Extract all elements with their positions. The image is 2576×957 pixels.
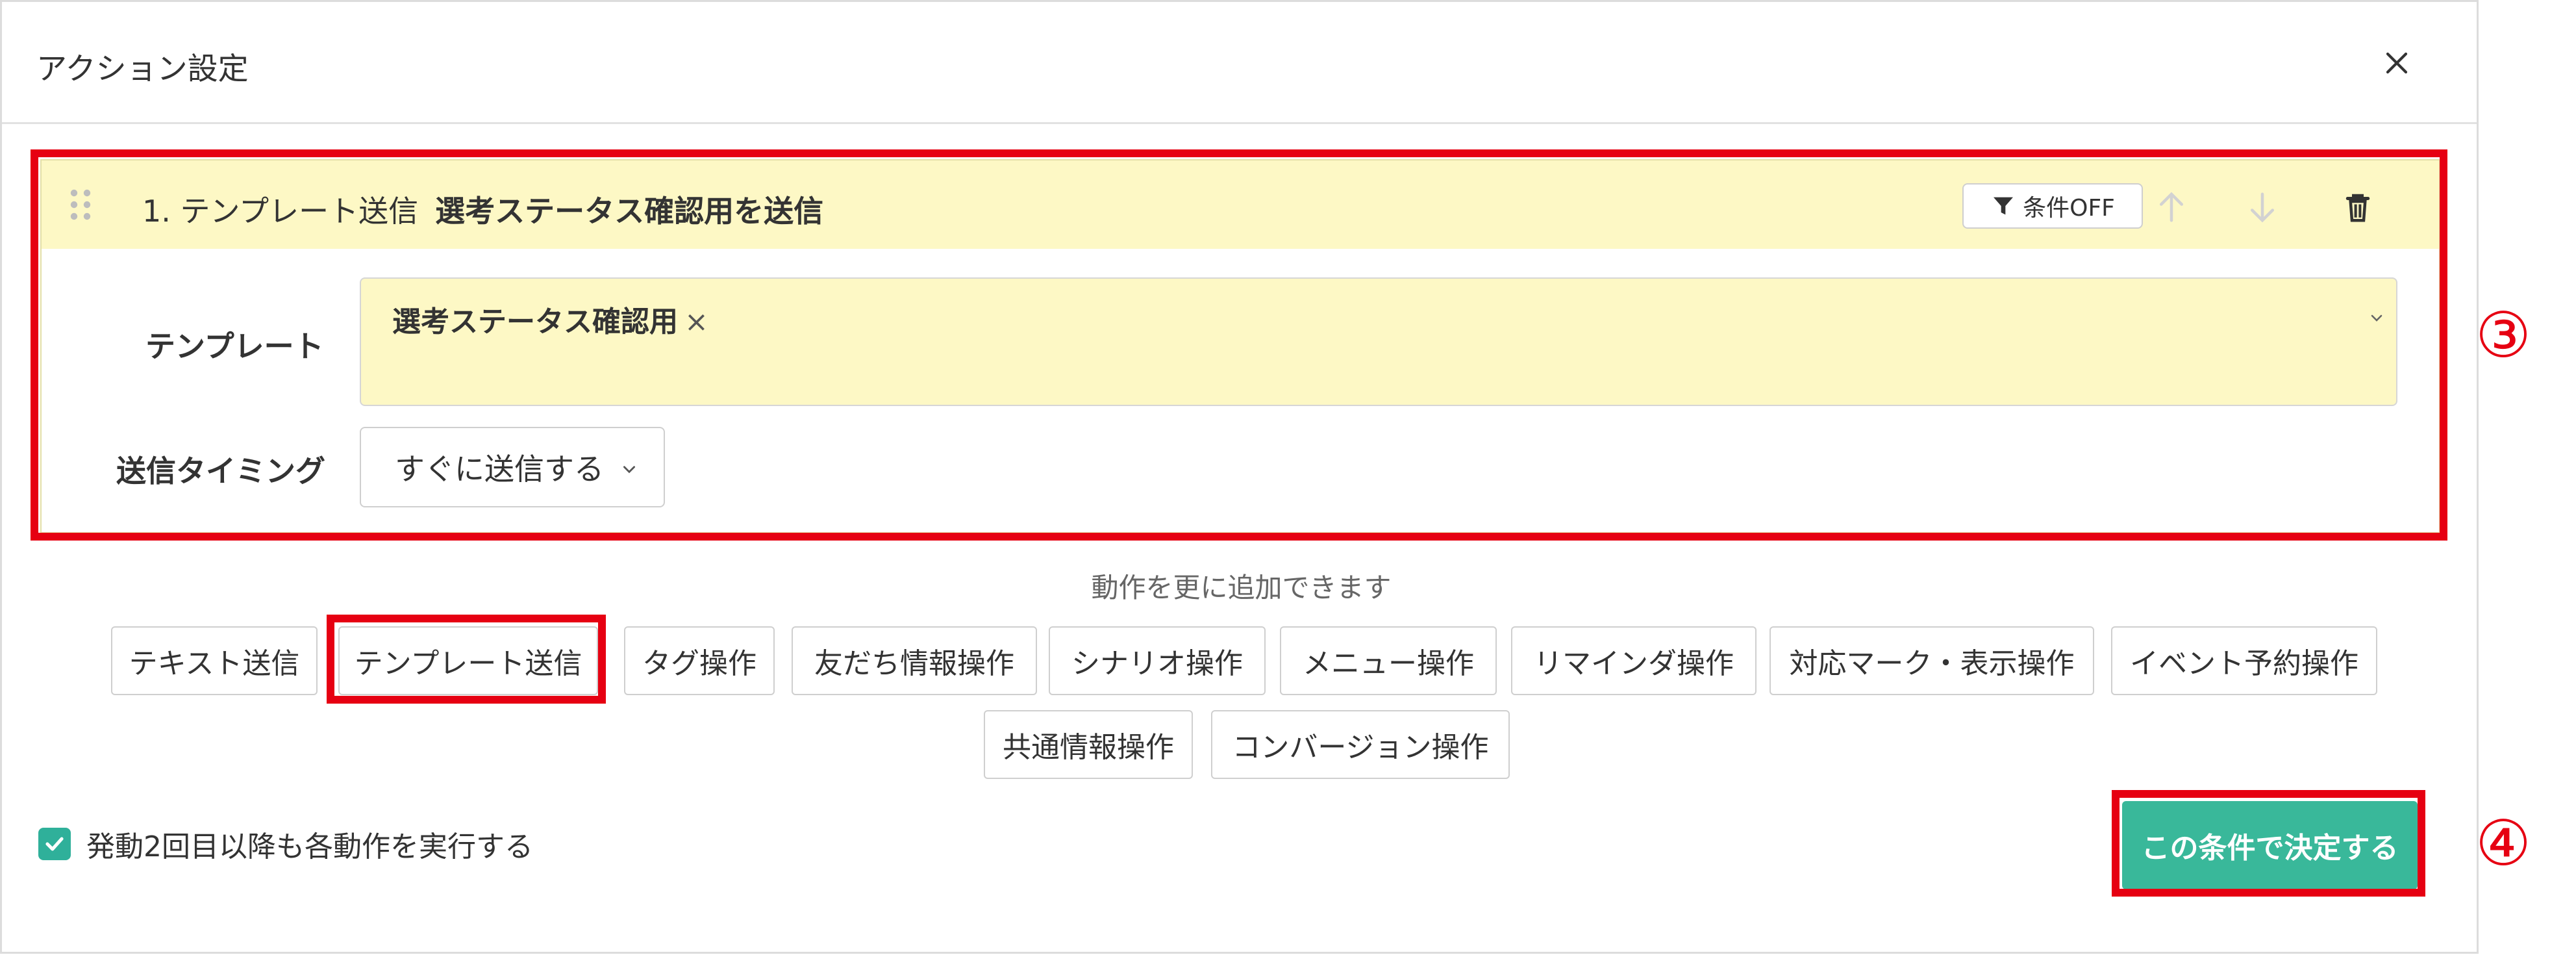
filter-icon [1994, 197, 2014, 215]
op-button-text-send[interactable]: テキスト送信 [111, 626, 318, 695]
op-button-reminder[interactable]: リマインダ操作 [1511, 626, 1757, 695]
action-settings-modal: アクション設定 1. テンプレート送信選考ステータス確認用を送信 条件OFF [0, 0, 2479, 954]
op-button-scenario[interactable]: シナリオ操作 [1049, 626, 1266, 695]
template-label: テンプレート [145, 329, 324, 364]
timing-label: 送信タイミング [116, 453, 325, 489]
modal-header: アクション設定 [2, 2, 2477, 124]
add-action-hint: 動作を更に追加できます [1091, 572, 1392, 604]
arrow-down-icon [2251, 192, 2274, 223]
op-button-friend-info[interactable]: 友だち情報操作 [792, 626, 1037, 695]
op-button-tag[interactable]: タグ操作 [624, 626, 775, 695]
op-button-event-reservation[interactable]: イベント予約操作 [2111, 626, 2377, 695]
annotation-marker-4: ④ [2475, 807, 2532, 880]
template-select-field[interactable]: 選考ステータス確認用 × [360, 277, 2397, 406]
op-button-conversion[interactable]: コンバージョン操作 [1211, 710, 1510, 779]
template-tag: 選考ステータス確認用 × [392, 298, 708, 340]
condition-toggle-button[interactable]: 条件OFF [1962, 183, 2143, 229]
delete-button[interactable] [2338, 188, 2377, 227]
condition-toggle-label: 条件OFF [2023, 195, 2115, 222]
action-type: 1. テンプレート送信 [142, 194, 419, 229]
op-button-common-info[interactable]: 共通情報操作 [984, 710, 1193, 779]
close-icon [2386, 52, 2408, 74]
move-down-button[interactable] [2243, 188, 2282, 227]
move-up-button[interactable] [2152, 188, 2191, 227]
action-card: 1. テンプレート送信 選考ステータス確認用を送信 条件OFF テンプレート 選… [40, 159, 2440, 533]
repeat-checkbox-label: 発動2回目以降も各動作を実行する [86, 830, 533, 863]
op-button-mark-display[interactable]: 対応マーク・表示操作 [1769, 626, 2094, 695]
action-name: 選考ステータス確認用を送信 [435, 194, 824, 229]
op-button-template-send[interactable]: テンプレート送信 [338, 626, 598, 695]
arrow-up-icon [2160, 192, 2183, 222]
timing-select[interactable]: すぐに送信する [360, 427, 665, 507]
op-button-menu[interactable]: メニュー操作 [1280, 626, 1497, 695]
chevron-down-icon [623, 466, 635, 474]
chevron-down-icon[interactable] [2369, 310, 2384, 325]
modal-title: アクション設定 [36, 51, 249, 87]
checkmark-icon [45, 837, 64, 851]
drag-handle-icon[interactable] [68, 186, 94, 223]
repeat-checkbox[interactable] [38, 828, 71, 860]
tag-remove-button[interactable]: × [684, 305, 708, 338]
submit-button[interactable]: この条件で決定する [2122, 801, 2418, 889]
timing-select-value: すぐに送信する [395, 452, 604, 487]
trash-icon [2345, 194, 2370, 222]
annotation-marker-3: ③ [2475, 299, 2532, 372]
template-tag-label: 選考ステータス確認用 [392, 305, 678, 338]
action-title: 1. テンプレート送信 選考ステータス確認用を送信 [142, 188, 823, 231]
action-card-header: 1. テンプレート送信 選考ステータス確認用を送信 条件OFF [42, 160, 2439, 249]
close-button[interactable] [2379, 45, 2415, 81]
